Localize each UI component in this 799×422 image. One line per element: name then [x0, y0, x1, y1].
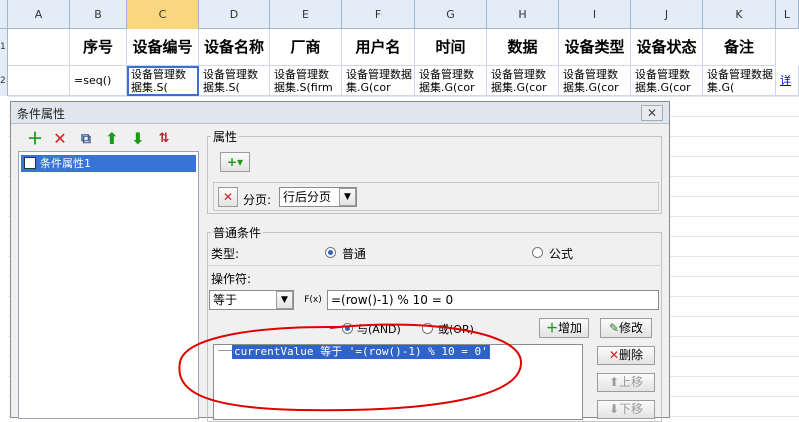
red-annotation-ellipse [178, 323, 523, 412]
